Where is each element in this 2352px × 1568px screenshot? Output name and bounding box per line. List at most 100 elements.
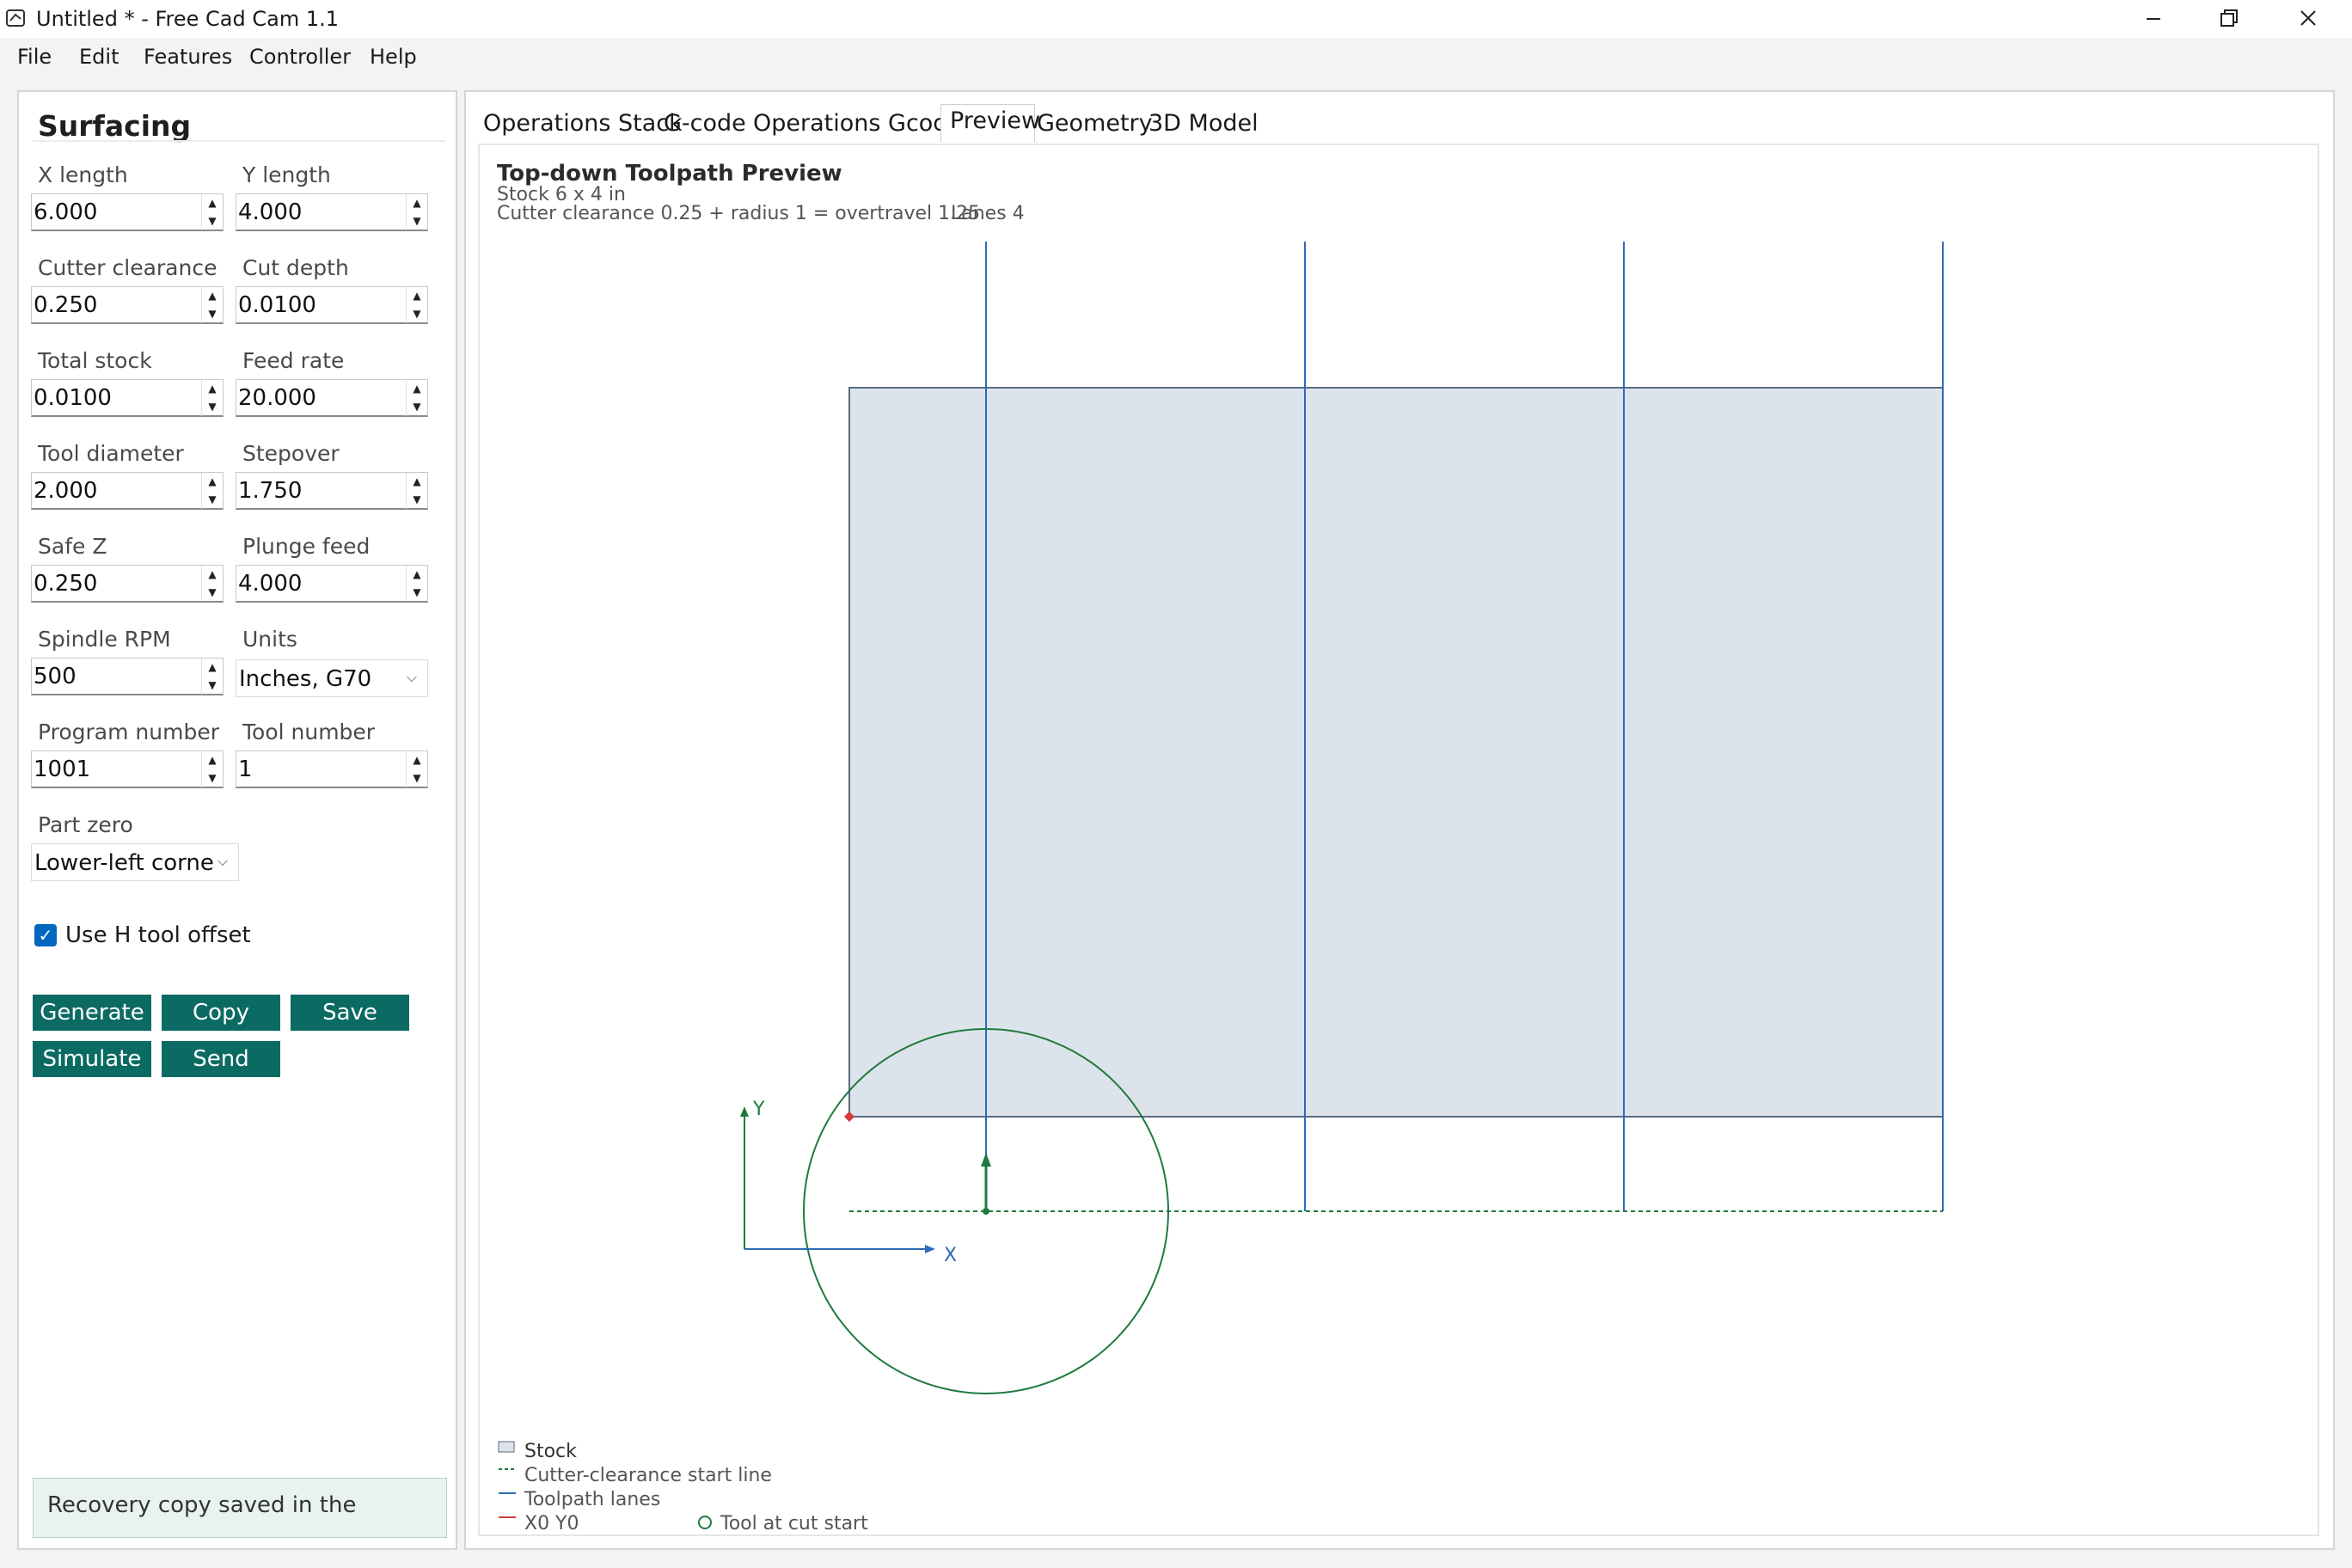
preview-canvas[interactable]: Top-down Toolpath Preview Stock 6 x 4 in… <box>478 144 2319 1536</box>
spin-down-icon[interactable]: ▼ <box>202 584 223 602</box>
x-length-label: X length <box>38 162 128 187</box>
use-h-offset-checkbox[interactable]: ✓ <box>34 924 57 946</box>
menu-help[interactable]: Help <box>370 45 417 69</box>
spin-down-icon[interactable]: ▼ <box>407 584 427 602</box>
tool-center-dot <box>983 1208 989 1215</box>
plunge-feed-input[interactable]: 4.000 ▲ ▼ <box>236 565 428 603</box>
total-stock-label: Total stock <box>38 348 152 373</box>
legend-lanes-label: Toolpath lanes <box>524 1489 660 1510</box>
spin-up-icon[interactable]: ▲ <box>407 287 427 305</box>
status-text: Recovery copy saved in the <box>47 1492 357 1518</box>
spin-down-icon[interactable]: ▼ <box>407 305 427 323</box>
tab-geometry[interactable]: Geometry <box>1037 107 1153 145</box>
x-axis-label: X <box>944 1245 957 1266</box>
title-bar: Untitled * - Free Cad Cam 1.1 <box>0 0 2352 38</box>
part-zero-label: Part zero <box>38 812 133 837</box>
chevron-down-icon: ⌵ <box>403 669 420 686</box>
feed-rate-input[interactable]: 20.000 ▲ ▼ <box>236 379 428 417</box>
legend-start-line-label: Cutter-clearance start line <box>524 1465 772 1486</box>
cutter-clearance-label: Cutter clearance <box>38 255 217 280</box>
stepover-input[interactable]: 1.750 ▲ ▼ <box>236 472 428 510</box>
tool-number-input[interactable]: 1 ▲ ▼ <box>236 750 428 788</box>
legend-tool-icon <box>698 1516 712 1529</box>
save-button[interactable]: Save <box>291 995 409 1031</box>
panel-divider <box>33 140 445 142</box>
spindle-rpm-input[interactable]: 500 ▲ ▼ <box>31 658 224 695</box>
chevron-down-icon: ⌵ <box>214 853 231 870</box>
menu-file[interactable]: File <box>17 45 52 69</box>
spin-down-icon[interactable]: ▼ <box>407 398 427 416</box>
x-axis-arrow-icon <box>925 1245 935 1253</box>
spin-up-icon[interactable]: ▲ <box>202 380 223 398</box>
spin-down-icon[interactable]: ▼ <box>202 677 223 695</box>
spin-down-icon[interactable]: ▼ <box>202 305 223 323</box>
tab-3d-model[interactable]: 3D Model <box>1148 107 1260 145</box>
minimize-icon[interactable] <box>2115 0 2192 38</box>
spin-up-icon[interactable]: ▲ <box>407 194 427 212</box>
program-number-label: Program number <box>38 720 219 744</box>
program-number-input[interactable]: 1001 ▲ ▼ <box>31 750 224 788</box>
tab-preview[interactable]: Preview <box>940 104 1040 142</box>
y-axis-arrow-icon <box>740 1106 749 1117</box>
y-length-label: Y length <box>242 162 331 187</box>
restore-icon[interactable] <box>2190 0 2268 38</box>
y-length-input[interactable]: 4.000 ▲ ▼ <box>236 193 428 231</box>
spin-down-icon[interactable]: ▼ <box>202 491 223 509</box>
spin-down-icon[interactable]: ▼ <box>407 769 427 787</box>
spin-down-icon[interactable]: ▼ <box>202 212 223 230</box>
cutter-clearance-input[interactable]: 0.250 ▲ ▼ <box>31 286 224 324</box>
spin-up-icon[interactable]: ▲ <box>407 751 427 769</box>
spin-down-icon[interactable]: ▼ <box>202 398 223 416</box>
x-length-input[interactable]: 6.000 ▲ ▼ <box>31 193 224 231</box>
spin-up-icon[interactable]: ▲ <box>407 473 427 491</box>
menu-features[interactable]: Features <box>144 45 232 69</box>
cut-depth-input[interactable]: 0.0100 ▲ ▼ <box>236 286 428 324</box>
plunge-feed-label: Plunge feed <box>242 534 371 559</box>
menu-bar: File Edit Features Controller Help <box>0 38 2352 74</box>
spin-up-icon[interactable]: ▲ <box>407 380 427 398</box>
status-message-box: Recovery copy saved in the <box>33 1478 447 1538</box>
cut-depth-label: Cut depth <box>242 255 349 280</box>
stock-rect <box>848 387 1944 1118</box>
close-icon[interactable] <box>2269 0 2347 38</box>
spindle-rpm-label: Spindle RPM <box>38 627 171 652</box>
spin-up-icon[interactable]: ▲ <box>202 194 223 212</box>
tab-operations-gcode[interactable]: Operations Gcode <box>753 107 962 145</box>
total-stock-input[interactable]: 0.0100 ▲ ▼ <box>31 379 224 417</box>
spin-up-icon[interactable]: ▲ <box>202 751 223 769</box>
menu-controller[interactable]: Controller <box>249 45 351 69</box>
spin-down-icon[interactable]: ▼ <box>202 769 223 787</box>
send-button[interactable]: Send <box>162 1041 280 1077</box>
legend-stock-swatch <box>498 1441 515 1453</box>
spin-up-icon[interactable]: ▲ <box>202 566 223 584</box>
app-icon <box>6 9 25 27</box>
spin-up-icon[interactable]: ▲ <box>202 473 223 491</box>
toolpath-preview-drawing: X Y Stock Cutter-clearance start line Toolpa… <box>498 242 1944 1534</box>
generate-button[interactable]: Generate <box>33 995 151 1031</box>
stepover-label: Stepover <box>242 441 340 466</box>
units-select[interactable]: Inches, G70 ⌵ <box>236 659 428 697</box>
spin-up-icon[interactable]: ▲ <box>202 658 223 677</box>
spin-down-icon[interactable]: ▼ <box>407 491 427 509</box>
menu-edit[interactable]: Edit <box>79 45 119 69</box>
spin-up-icon[interactable]: ▲ <box>407 566 427 584</box>
safe-z-input[interactable]: 0.250 ▲ ▼ <box>31 565 224 603</box>
surfacing-panel: Surfacing X length Y length 6.000 ▲ ▼ 4.00… <box>17 90 457 1550</box>
tab-gcode[interactable]: G-code <box>664 107 750 145</box>
safe-z-label: Safe Z <box>38 534 107 559</box>
use-h-offset-label[interactable]: Use H tool offset <box>65 922 251 948</box>
spin-down-icon[interactable]: ▼ <box>407 212 427 230</box>
y-axis-label: Y <box>752 1099 765 1120</box>
feed-rate-label: Feed rate <box>242 348 345 373</box>
legend-stock-label: Stock <box>524 1441 577 1462</box>
units-label: Units <box>242 627 297 652</box>
spin-up-icon[interactable]: ▲ <box>202 287 223 305</box>
tab-operations-stack[interactable]: Operations Stack <box>483 107 683 145</box>
tool-number-label: Tool number <box>242 720 376 744</box>
tool-diameter-label: Tool diameter <box>38 441 184 466</box>
tool-diameter-input[interactable]: 2.000 ▲ ▼ <box>31 472 224 510</box>
copy-button[interactable]: Copy <box>162 995 280 1031</box>
part-zero-select[interactable]: Lower-left corner ⌵ <box>31 843 239 881</box>
simulate-button[interactable]: Simulate <box>33 1041 151 1077</box>
legend-tool-label: Tool at cut start <box>720 1513 868 1534</box>
